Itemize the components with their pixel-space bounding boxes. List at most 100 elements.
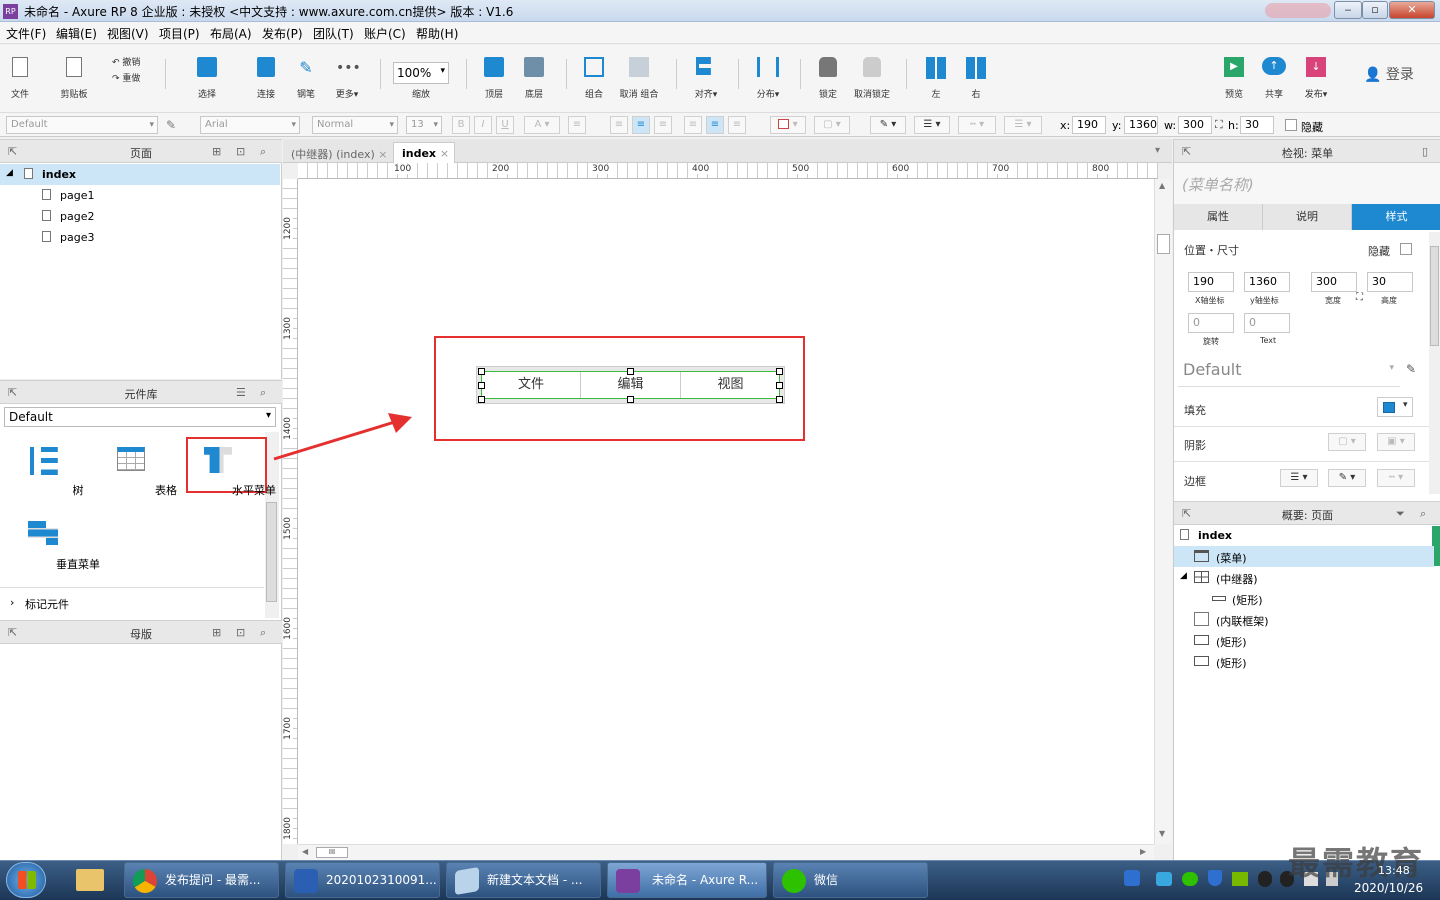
nvidia-icon[interactable] <box>1232 872 1248 886</box>
hide-checkbox[interactable] <box>1285 119 1297 131</box>
file-button[interactable]: 文件 <box>6 49 34 105</box>
valign-bottom-button[interactable]: ≡ <box>728 116 746 134</box>
menu-item-view[interactable]: 视图 <box>681 372 780 398</box>
search-icon[interactable]: ⌕ <box>260 626 266 640</box>
page-item[interactable]: page1 <box>0 185 280 206</box>
arrow-style-button[interactable]: ☰ ▾ <box>1004 116 1042 134</box>
send-to-bottom-button[interactable]: 底层 <box>518 49 550 105</box>
line-style-button[interactable]: ┅ ▾ <box>958 116 996 134</box>
italic-button[interactable]: I <box>474 116 492 134</box>
taskbar-axure[interactable]: 未命名 - Axure R... <box>607 862 767 898</box>
font-color-button[interactable]: A ▾ <box>524 116 560 134</box>
media-icon[interactable] <box>1156 872 1172 886</box>
y-coordinate-input[interactable]: 1360 <box>1244 272 1290 292</box>
add-folder-icon[interactable]: ⊡ <box>236 626 245 639</box>
expand-icon[interactable]: ◢ <box>6 168 13 178</box>
menu-team[interactable]: 团队(T) <box>313 25 354 42</box>
redo-button[interactable]: ↷ 重做 <box>112 71 140 84</box>
resize-handle[interactable] <box>478 368 485 375</box>
text-rotate-input[interactable]: 0 <box>1244 313 1290 333</box>
menu-project[interactable]: 项目(P) <box>159 25 200 42</box>
lock-button[interactable]: 锁定 <box>812 49 844 105</box>
resize-handle[interactable] <box>776 368 783 375</box>
x-input[interactable]: 190 <box>1072 116 1106 134</box>
style-select[interactable]: Default ▾ <box>1178 353 1400 387</box>
menu-layout[interactable]: 布局(A) <box>210 25 252 42</box>
resize-handle[interactable] <box>776 382 783 389</box>
outer-shadow-button[interactable]: ▢ ▾ <box>1328 433 1366 451</box>
search-icon[interactable]: ⌕ <box>260 386 266 400</box>
taskbar-chrome[interactable]: 发布提问 - 最需... <box>124 862 279 898</box>
expand-icon[interactable]: ◢ <box>1180 571 1187 581</box>
scroll-thumb[interactable] <box>1157 234 1170 254</box>
resize-handle[interactable] <box>478 382 485 389</box>
style-edit-icon[interactable]: ✎ <box>166 118 176 132</box>
aspect-lock-icon[interactable]: ⛶ <box>1215 118 1223 132</box>
scroll-right-icon[interactable]: ▶ <box>1140 847 1146 856</box>
bring-to-top-button[interactable]: 顶层 <box>478 49 510 105</box>
right-panel-button[interactable]: 右 <box>960 49 992 105</box>
shield-icon[interactable] <box>1208 870 1222 886</box>
canvas-horizontal-scrollbar[interactable]: ◀ III ▶ <box>298 844 1154 860</box>
share-button[interactable]: ↑ 共享 <box>1258 49 1290 105</box>
widget-name-input[interactable]: (菜单名称) <box>1182 174 1254 195</box>
h-input[interactable]: 30 <box>1240 116 1274 134</box>
clock-time[interactable]: 13:48 <box>1378 864 1410 877</box>
preview-button[interactable]: ▶ 预览 <box>1218 49 1250 105</box>
tab-style[interactable]: 样式 <box>1352 204 1440 230</box>
menu-edit[interactable]: 编辑(E) <box>56 25 97 42</box>
horizontal-menu-widget[interactable]: 文件 编辑 视图 <box>476 366 785 404</box>
outline-item-menu[interactable]: (菜单) <box>1174 546 1434 567</box>
widget-table[interactable]: 表格 <box>96 445 177 501</box>
left-panel-button[interactable]: 左 <box>920 49 952 105</box>
outline-item-repeater[interactable]: ◢ (中继器) <box>1174 567 1434 588</box>
qq-icon[interactable] <box>1258 871 1272 887</box>
align-right-button[interactable]: ≡ <box>654 116 672 134</box>
aspect-lock-icon[interactable]: ⛶ <box>1356 292 1363 303</box>
scroll-down-icon[interactable]: ▼ <box>1159 829 1165 838</box>
canvas-vertical-scrollbar[interactable]: ▲ ▼ <box>1154 179 1172 844</box>
unlock-button[interactable]: 取消锁定 <box>850 49 894 105</box>
menu-item-edit[interactable]: 编辑 <box>581 372 681 398</box>
underline-button[interactable]: U <box>496 116 514 134</box>
w-input[interactable]: 300 <box>1178 116 1212 134</box>
page-item[interactable]: page2 <box>0 206 280 227</box>
border-style-button[interactable]: ┅ ▾ <box>1377 469 1415 487</box>
scroll-up-icon[interactable]: ▲ <box>1159 181 1165 190</box>
line-color-button[interactable]: ✎ ▾ <box>870 116 906 134</box>
login-button[interactable]: 👤 登录 <box>1364 64 1414 84</box>
widget-tree[interactable]: 树 <box>8 445 84 501</box>
valign-middle-button[interactable]: ≡ <box>706 116 724 134</box>
outline-item-page[interactable]: index <box>1174 525 1434 546</box>
start-button[interactable] <box>6 862 46 898</box>
outline-item-rectangle[interactable]: (矩形) <box>1174 588 1434 609</box>
scroll-thumb[interactable]: III <box>316 847 348 858</box>
resize-handle[interactable] <box>776 396 783 403</box>
add-master-icon[interactable]: ⊞ <box>212 626 221 639</box>
resize-handle[interactable] <box>627 368 634 375</box>
rotate-input[interactable]: 0 <box>1188 313 1234 333</box>
publish-button[interactable]: ↓ 发布▾ <box>1298 49 1334 105</box>
y-input[interactable]: 1360 <box>1124 116 1158 134</box>
notes-icon[interactable]: ▯ <box>1422 145 1428 158</box>
style-select[interactable]: Default <box>6 116 158 134</box>
width-input[interactable]: 300 <box>1311 272 1357 292</box>
menu-file[interactable]: 文件(F) <box>6 25 46 42</box>
line-width-button[interactable]: ☰ ▾ <box>914 116 950 134</box>
valign-top-button[interactable]: ≡ <box>684 116 702 134</box>
library-select[interactable]: Default ▾ <box>4 407 276 427</box>
tab-index[interactable]: index × <box>393 142 455 164</box>
marker-widgets-section[interactable]: › 标记元件 <box>0 587 264 617</box>
search-icon[interactable]: ⌕ <box>1420 507 1426 521</box>
inner-shadow-button[interactable]: ▣ ▾ <box>1377 433 1415 451</box>
border-color-button[interactable]: ✎ ▾ <box>1328 469 1366 487</box>
explorer-taskbar-button[interactable] <box>66 862 114 898</box>
taskbar-word[interactable]: 2020102310091... <box>285 862 440 898</box>
widget-vertical-menu[interactable]: 垂直菜单 <box>8 519 100 575</box>
tab-repeater-index[interactable]: (中继器) (index) × <box>285 142 389 163</box>
tab-properties[interactable]: 属性 <box>1174 204 1263 230</box>
tab-notes[interactable]: 说明 <box>1263 204 1352 230</box>
bullet-list-button[interactable]: ≡ <box>568 116 586 134</box>
hide-checkbox[interactable] <box>1400 243 1412 255</box>
clipboard-button[interactable]: 剪贴板 <box>56 49 92 105</box>
